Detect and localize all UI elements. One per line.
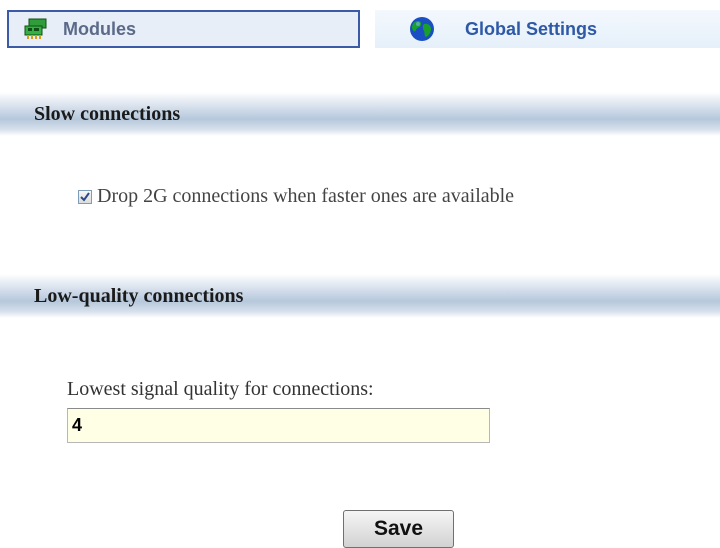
section-title: Low-quality connections	[34, 284, 244, 307]
signal-quality-label: Lowest signal quality for connections:	[67, 378, 374, 400]
tab-global-settings-label: Global Settings	[465, 18, 598, 39]
tab-global-settings[interactable]: Global Settings	[375, 10, 720, 48]
drop-2g-label: Drop 2G connections when faster ones are…	[97, 185, 515, 207]
globe-icon	[409, 16, 435, 42]
signal-quality-input[interactable]	[67, 408, 490, 443]
section-header-slow-connections: Slow connections	[0, 92, 720, 136]
drop-2g-checkbox[interactable]	[78, 189, 92, 204]
network-card-icon	[23, 16, 49, 42]
section-title: Slow connections	[34, 102, 181, 125]
drop-2g-checkbox-row[interactable]: Drop 2G connections when faster ones are…	[78, 185, 514, 208]
save-button[interactable]: Save	[343, 510, 454, 548]
section-header-low-quality-connections: Low-quality connections	[0, 274, 720, 318]
tab-modules-label: Modules	[63, 18, 137, 39]
tab-modules[interactable]: Modules	[7, 10, 360, 48]
checkmark-icon	[80, 191, 90, 202]
